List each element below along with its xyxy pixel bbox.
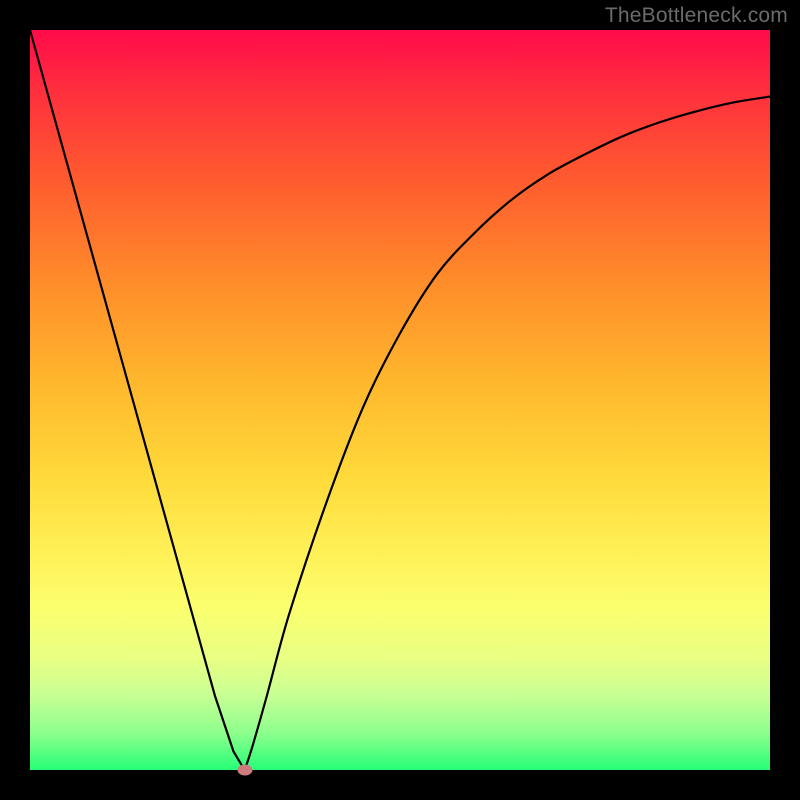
watermark-text: TheBottleneck.com	[605, 4, 788, 28]
minimum-marker	[237, 765, 252, 776]
chart-frame: TheBottleneck.com	[0, 0, 800, 800]
curve-path	[30, 30, 770, 772]
curve-layer	[30, 30, 770, 770]
